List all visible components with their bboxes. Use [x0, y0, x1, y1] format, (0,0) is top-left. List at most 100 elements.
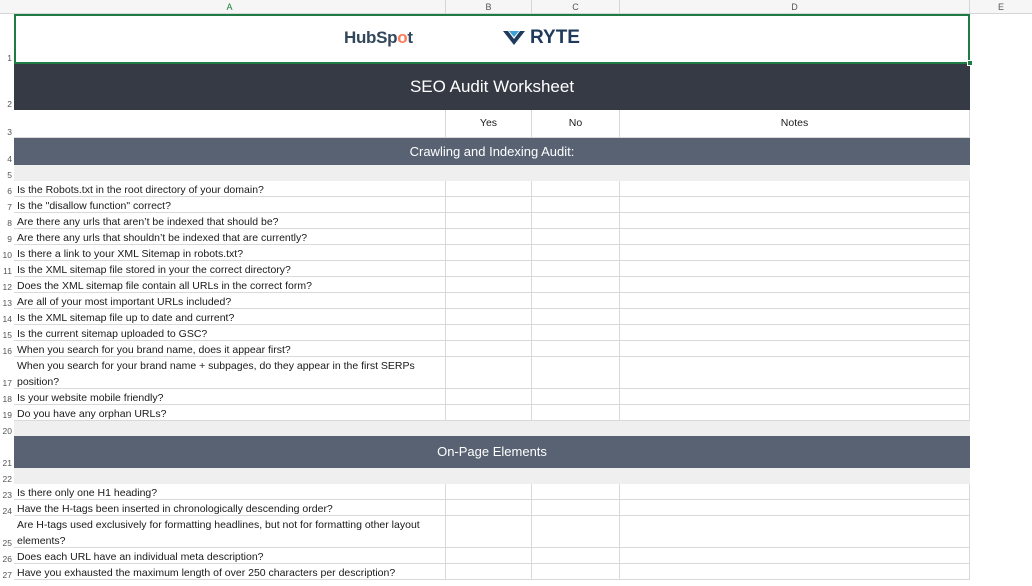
- row-number[interactable]: 8: [0, 217, 12, 229]
- column-header-e[interactable]: E: [970, 0, 1032, 14]
- row-number[interactable]: 4: [0, 153, 12, 165]
- header-no[interactable]: No: [532, 110, 620, 138]
- question-cell[interactable]: Is the Robots.txt in the root directory …: [14, 181, 446, 197]
- yes-cell[interactable]: [446, 309, 532, 325]
- row-number[interactable]: 1: [0, 52, 12, 64]
- no-cell[interactable]: [532, 213, 620, 229]
- question-cell[interactable]: When you search for your brand name + su…: [14, 357, 446, 389]
- row-number[interactable]: 20: [0, 425, 12, 437]
- no-cell[interactable]: [532, 389, 620, 405]
- row-number[interactable]: 25: [0, 537, 12, 549]
- notes-cell[interactable]: [620, 213, 970, 229]
- row-number[interactable]: 5: [0, 169, 12, 181]
- notes-cell[interactable]: [620, 341, 970, 357]
- yes-cell[interactable]: [446, 213, 532, 229]
- yes-cell[interactable]: [446, 277, 532, 293]
- notes-cell[interactable]: [620, 564, 970, 580]
- row-number[interactable]: 22: [0, 473, 12, 485]
- yes-cell[interactable]: [446, 293, 532, 309]
- question-cell[interactable]: Are there any urls that aren’t be indexe…: [14, 213, 446, 229]
- question-cell[interactable]: Is your website mobile friendly?: [14, 389, 446, 405]
- row-number[interactable]: 15: [0, 329, 12, 341]
- spacer-row[interactable]: [14, 165, 970, 181]
- notes-cell[interactable]: [620, 548, 970, 564]
- notes-cell[interactable]: [620, 516, 970, 548]
- question-cell[interactable]: Have you exhausted the maximum length of…: [14, 564, 446, 580]
- row-number[interactable]: 9: [0, 233, 12, 245]
- spacer-row[interactable]: [14, 420, 970, 436]
- yes-cell[interactable]: [446, 245, 532, 261]
- question-cell[interactable]: Do you have any orphan URLs?: [14, 405, 446, 421]
- column-header-a[interactable]: A: [14, 0, 446, 14]
- row-number[interactable]: 12: [0, 281, 12, 293]
- yes-cell[interactable]: [446, 181, 532, 197]
- no-cell[interactable]: [532, 564, 620, 580]
- notes-cell[interactable]: [620, 197, 970, 213]
- header-yes[interactable]: Yes: [446, 110, 532, 138]
- yes-cell[interactable]: [446, 261, 532, 277]
- no-cell[interactable]: [532, 405, 620, 421]
- section-title-crawling[interactable]: Crawling and Indexing Audit:: [14, 138, 970, 165]
- row-number[interactable]: 7: [0, 201, 12, 213]
- row-number[interactable]: 23: [0, 489, 12, 501]
- no-cell[interactable]: [532, 341, 620, 357]
- question-cell[interactable]: Are all of your most important URLs incl…: [14, 293, 446, 309]
- row-number[interactable]: 27: [0, 569, 12, 581]
- yes-cell[interactable]: [446, 484, 532, 500]
- no-cell[interactable]: [532, 181, 620, 197]
- no-cell[interactable]: [532, 229, 620, 245]
- row-number[interactable]: 26: [0, 553, 12, 565]
- column-header-b[interactable]: B: [446, 0, 532, 14]
- no-cell[interactable]: [532, 197, 620, 213]
- question-cell[interactable]: When you search for you brand name, does…: [14, 341, 446, 357]
- no-cell[interactable]: [532, 277, 620, 293]
- question-cell[interactable]: Is the XML sitemap file up to date and c…: [14, 309, 446, 325]
- no-cell[interactable]: [532, 500, 620, 516]
- row-number[interactable]: 6: [0, 185, 12, 197]
- yes-cell[interactable]: [446, 516, 532, 548]
- no-cell[interactable]: [532, 293, 620, 309]
- notes-cell[interactable]: [620, 357, 970, 389]
- row-number[interactable]: 18: [0, 393, 12, 405]
- row-number[interactable]: 11: [0, 265, 12, 277]
- question-cell[interactable]: Is there a link to your XML Sitemap in r…: [14, 245, 446, 261]
- selection-fill-handle[interactable]: [967, 60, 973, 66]
- column-header-d[interactable]: D: [620, 0, 970, 14]
- notes-cell[interactable]: [620, 309, 970, 325]
- no-cell[interactable]: [532, 357, 620, 389]
- no-cell[interactable]: [532, 261, 620, 277]
- notes-cell[interactable]: [620, 500, 970, 516]
- row-number[interactable]: 10: [0, 249, 12, 261]
- notes-cell[interactable]: [620, 229, 970, 245]
- logo-row[interactable]: HubSpot RYTE: [14, 14, 970, 64]
- header-cell-question[interactable]: [14, 110, 446, 138]
- yes-cell[interactable]: [446, 548, 532, 564]
- yes-cell[interactable]: [446, 325, 532, 341]
- no-cell[interactable]: [532, 245, 620, 261]
- row-number[interactable]: 19: [0, 409, 12, 421]
- yes-cell[interactable]: [446, 341, 532, 357]
- no-cell[interactable]: [532, 516, 620, 548]
- spacer-row[interactable]: [14, 468, 970, 484]
- row-number[interactable]: 2: [0, 98, 12, 110]
- row-number[interactable]: 13: [0, 297, 12, 309]
- row-number[interactable]: 21: [0, 457, 12, 469]
- yes-cell[interactable]: [446, 564, 532, 580]
- question-cell[interactable]: Have the H-tags been inserted in chronol…: [14, 500, 446, 516]
- row-number[interactable]: 16: [0, 345, 12, 357]
- no-cell[interactable]: [532, 325, 620, 341]
- notes-cell[interactable]: [620, 405, 970, 421]
- notes-cell[interactable]: [620, 181, 970, 197]
- row-number[interactable]: 24: [0, 505, 12, 517]
- section-title-on-page[interactable]: On-Page Elements: [14, 436, 970, 468]
- column-header-c[interactable]: C: [532, 0, 620, 14]
- question-cell[interactable]: Are H-tags used exclusively for formatti…: [14, 516, 446, 548]
- question-cell[interactable]: Does the XML sitemap file contain all UR…: [14, 277, 446, 293]
- yes-cell[interactable]: [446, 197, 532, 213]
- question-cell[interactable]: Is the current sitemap uploaded to GSC?: [14, 325, 446, 341]
- notes-cell[interactable]: [620, 261, 970, 277]
- yes-cell[interactable]: [446, 500, 532, 516]
- question-cell[interactable]: Is the "disallow function" correct?: [14, 197, 446, 213]
- yes-cell[interactable]: [446, 229, 532, 245]
- yes-cell[interactable]: [446, 389, 532, 405]
